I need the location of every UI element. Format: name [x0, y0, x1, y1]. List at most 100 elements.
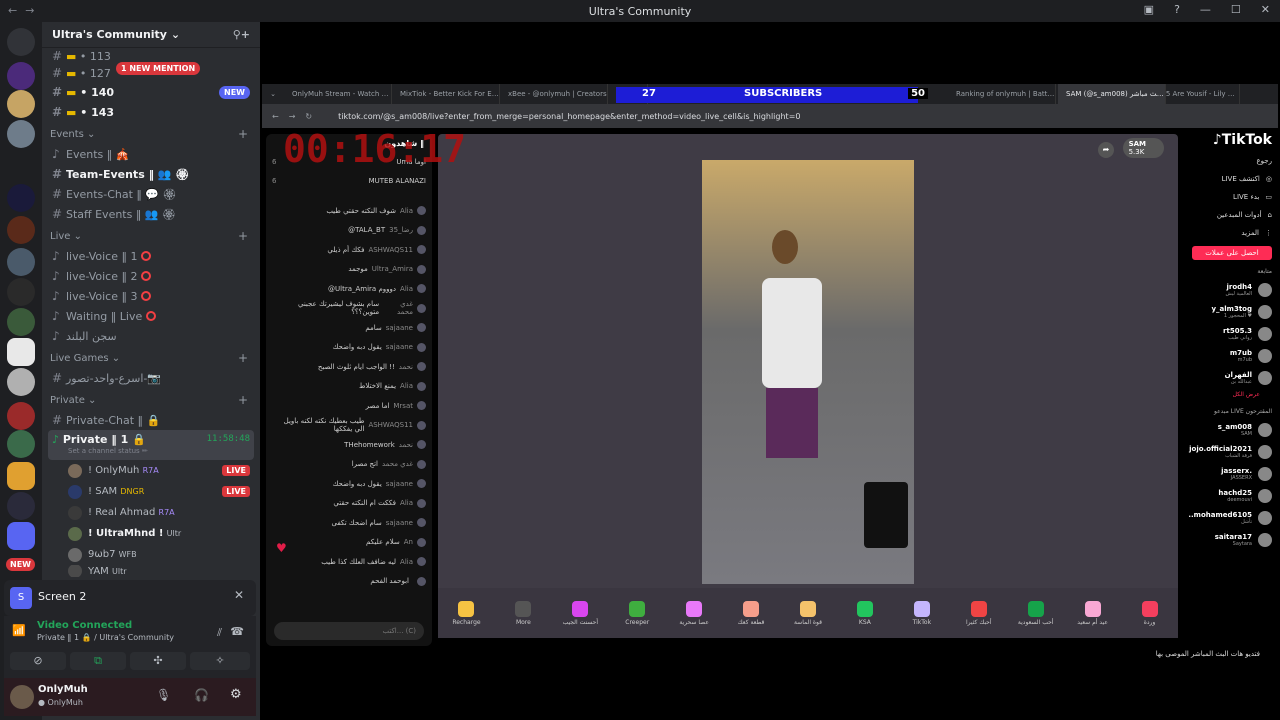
inbox-icon[interactable]: ▣ — [1144, 3, 1154, 16]
gift-item[interactable]: عصا سحرية — [666, 600, 723, 626]
add-member-icon[interactable]: ⚲+ — [233, 28, 250, 41]
discord-home-icon[interactable] — [7, 28, 35, 56]
channel-live-voice-1[interactable]: ♪ live-Voice ‖ 1 — [42, 246, 260, 266]
forward-icon[interactable]: → — [289, 112, 296, 121]
channel-jail[interactable]: ♪ سجن البلند — [42, 326, 260, 346]
gift-item[interactable]: أحسنت الجيب — [552, 600, 609, 626]
message-user[interactable]: An — [404, 538, 413, 546]
gift-item[interactable]: أحب السعودية — [1007, 600, 1064, 626]
server-icon[interactable] — [7, 90, 35, 118]
voice-user[interactable]: 9ωb7 WFB — [42, 544, 260, 565]
gift-item[interactable]: More — [495, 600, 552, 626]
avatar[interactable] — [417, 557, 426, 567]
message-user[interactable]: Alia — [400, 285, 413, 293]
browser-tab[interactable]: OnlyMuh Stream - Watch Live on K — [284, 84, 392, 104]
avatar[interactable] — [417, 459, 426, 469]
channel-waiting-live[interactable]: ♪ Waiting ‖ Live — [42, 306, 260, 326]
add-channel-icon[interactable]: + — [238, 127, 248, 141]
avatar[interactable] — [417, 381, 426, 391]
avatar[interactable] — [417, 264, 426, 274]
nav-more[interactable]: المزيد ⋮ — [1182, 224, 1278, 242]
avatar[interactable] — [417, 401, 426, 411]
channel-live-voice-3[interactable]: ♪ live-Voice ‖ 3 — [42, 286, 260, 306]
message-user[interactable]: Alia — [400, 207, 413, 215]
avatar[interactable] — [417, 225, 426, 235]
message-user[interactable]: Mrsat — [393, 402, 413, 410]
back-icon[interactable]: ← — [272, 112, 279, 121]
share-icon[interactable]: ➦ — [1098, 142, 1114, 158]
add-channel-icon[interactable]: + — [238, 393, 248, 407]
nav-go-live[interactable]: LIVE بدء ▭ — [1182, 188, 1278, 206]
channel-private-voice[interactable]: ♪ Private ‖ 1 🔒 11:58:48 Set a channel s… — [48, 430, 254, 460]
browser-tab[interactable]: SAM (@s_am008) على بث مباشر — [1058, 84, 1166, 104]
add-channel-icon[interactable]: + — [238, 229, 248, 243]
close-icon[interactable]: ✕ — [234, 588, 244, 602]
message-user[interactable]: غدي محمد — [382, 460, 413, 468]
url-text[interactable]: tiktok.com/@s_am008/live?enter_from_merg… — [338, 112, 800, 121]
channel-events[interactable]: ♪ Events ‖ 🎪 — [42, 144, 260, 164]
message-user[interactable]: sajaane — [386, 324, 413, 332]
noise-suppression-icon[interactable]: ⫽ — [217, 626, 222, 640]
channel-live-voice-2[interactable]: ♪ live-Voice ‖ 2 — [42, 266, 260, 286]
screen-share-button[interactable]: ⧉ — [70, 652, 126, 670]
message-user[interactable]: ASHWAQS11 — [368, 246, 413, 254]
server-icon[interactable] — [7, 278, 35, 306]
get-coins-button[interactable]: احصل على عملات — [1192, 246, 1272, 260]
message-user[interactable]: غدي محمد — [383, 300, 413, 316]
creator-row[interactable]: jojo.official2021 فرقة الشباب — [1182, 441, 1278, 463]
avatar[interactable] — [417, 303, 426, 313]
creator-row[interactable]: m7ub m7ub — [1182, 345, 1278, 367]
server-icon[interactable] — [7, 308, 35, 336]
creator-row[interactable]: ..mohamed6105 تأشل — [1182, 507, 1278, 529]
channel-row[interactable]: # ▬ • 140 NEW — [42, 82, 260, 102]
message-user[interactable]: Alia — [400, 382, 413, 390]
tiktok-logo[interactable]: ♪ TikTok — [1182, 128, 1278, 152]
server-icon[interactable] — [7, 430, 35, 458]
help-icon[interactable]: ? — [1174, 3, 1180, 16]
channel-events-chat[interactable]: # Events-Chat ‖ 💬 🏵 — [42, 184, 260, 204]
server-icon[interactable] — [7, 522, 35, 550]
gift-item[interactable]: أحبك كثيرا — [950, 600, 1007, 626]
add-channel-icon[interactable]: + — [238, 351, 248, 365]
message-user[interactable]: ASHWAQS11 — [368, 421, 413, 429]
nav-creator-tools[interactable]: أدوات المبدعين ⌂ — [1182, 206, 1278, 224]
creator-row[interactable]: saitara17 Saytara — [1182, 529, 1278, 551]
server-icon[interactable] — [7, 216, 35, 244]
avatar[interactable] — [417, 498, 426, 508]
avatar[interactable] — [417, 537, 426, 547]
avatar[interactable] — [417, 245, 426, 255]
voice-user[interactable]: YAM Ultr — [42, 565, 260, 577]
tab-search-icon[interactable]: ⌄ — [262, 90, 284, 98]
nav-arrows[interactable]: ←→ — [8, 4, 42, 17]
server-icon[interactable] — [7, 462, 35, 490]
avatar[interactable] — [417, 362, 426, 372]
chat-input[interactable]: اكتب... (C) — [274, 622, 424, 640]
category-events[interactable]: Events ⌄ + — [42, 124, 260, 144]
browser-tab[interactable]: MixTiok - Better Kick For Everyone — [392, 84, 500, 104]
category-live[interactable]: Live ⌄ + — [42, 226, 260, 246]
soundboard-button[interactable]: ✧ — [190, 652, 250, 670]
top-viewer[interactable]: MUTEB ALANAZI — [369, 177, 426, 185]
reload-icon[interactable]: ↻ — [305, 112, 312, 121]
nav-back[interactable]: رجوع — [1182, 152, 1278, 170]
avatar[interactable] — [417, 479, 426, 489]
channel-row[interactable]: # ▬ • 127 — [42, 64, 260, 82]
channel-row[interactable]: # ▬ • 143 — [42, 102, 260, 122]
message-user[interactable]: Alia — [400, 558, 413, 566]
gift-item[interactable]: Recharge — [438, 600, 495, 626]
browser-tab[interactable]: Ranking of onlymuh | Battle -- C — [948, 84, 1056, 104]
camera-button[interactable]: ⊘ — [10, 652, 66, 670]
settings-icon[interactable]: ⚙ — [230, 687, 242, 702]
address-bar[interactable]: ← → ↻ tiktok.com/@s_am008/live?enter_fro… — [262, 104, 1278, 128]
channel-team-events[interactable]: # Team-Events ‖ 👥 🏵 — [42, 164, 260, 184]
message-user[interactable]: sajaane — [386, 519, 413, 527]
creator-row[interactable]: jrodh4 العالمية ‫ليش — [1182, 279, 1278, 301]
avatar[interactable] — [417, 323, 426, 333]
message-user[interactable]: رضا_35 — [389, 226, 413, 234]
disconnect-icon[interactable]: ☎ — [230, 625, 244, 638]
see-all-link[interactable]: عرض الكل — [1182, 389, 1278, 400]
avatar[interactable] — [417, 440, 426, 450]
microphone-icon[interactable]: 🎙 — [156, 688, 171, 702]
camera-preview[interactable] — [864, 482, 908, 548]
guild-header[interactable]: Ultra's Community ⌄ ⚲+ — [42, 22, 260, 48]
